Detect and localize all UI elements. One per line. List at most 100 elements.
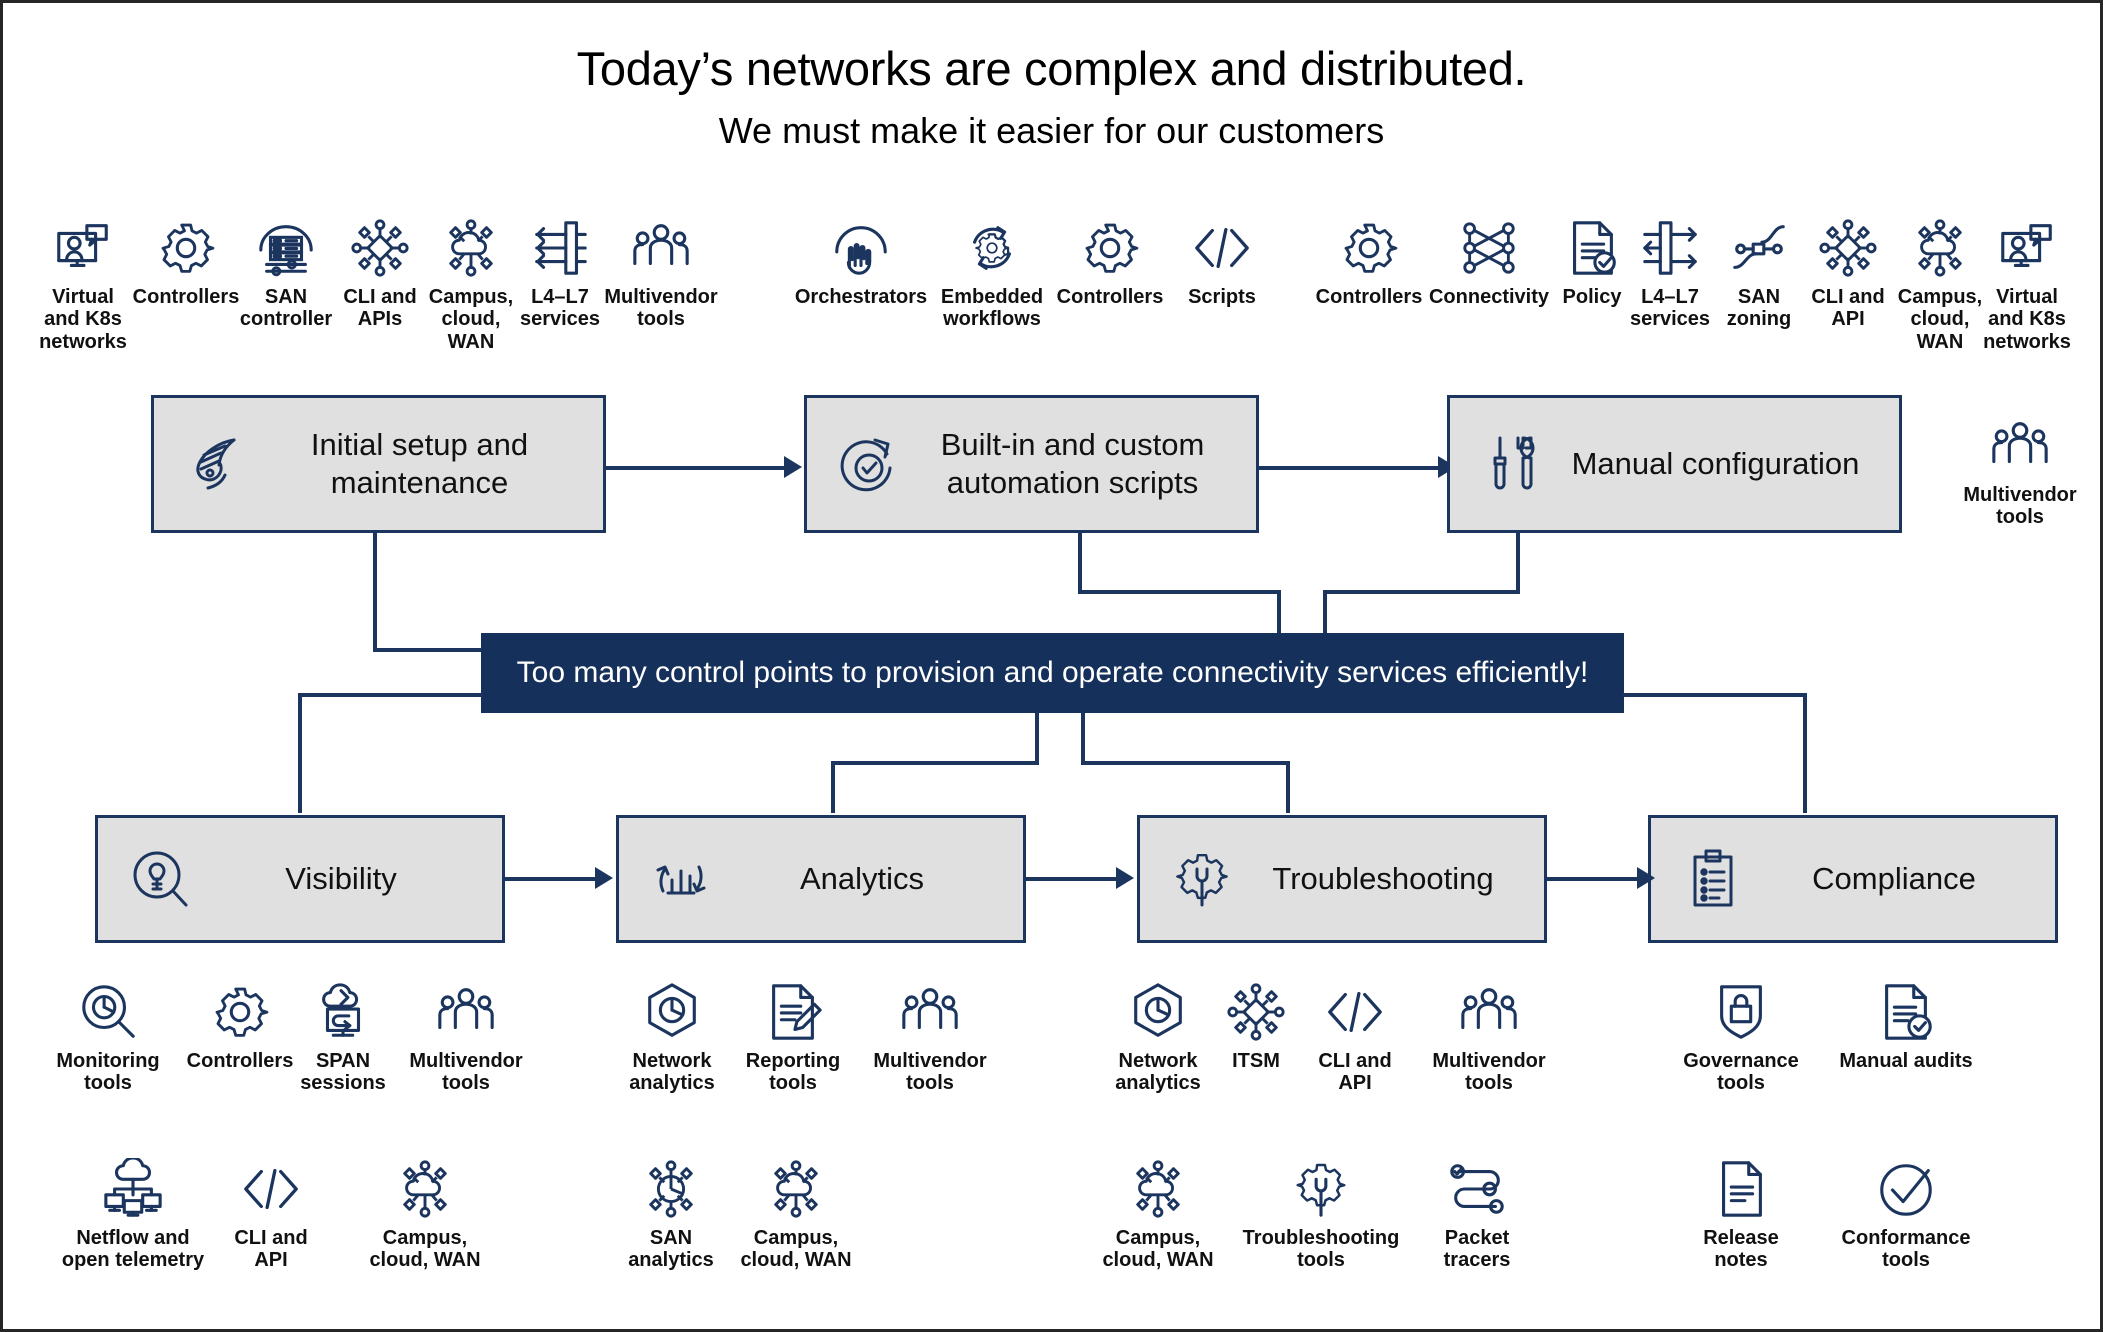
document-check-icon bbox=[1875, 981, 1937, 1043]
mesh-connectivity-icon bbox=[1458, 217, 1520, 279]
page-subtitle: We must make it easier for our customers bbox=[718, 110, 1385, 151]
connector-troubleshooting-branch bbox=[1081, 761, 1289, 765]
connector-manual-left bbox=[1323, 590, 1520, 594]
arrow-setup-to-automation bbox=[784, 456, 802, 478]
l4-l7-services-icon bbox=[1639, 217, 1701, 279]
cmp-icon-conformance-tools: Conformance tools bbox=[1830, 1158, 1982, 1272]
process-box-initial-setup[interactable]: Initial setup and maintenance bbox=[151, 395, 606, 533]
icon-label: SPAN sessions bbox=[300, 1050, 386, 1095]
icon-label: Network analytics bbox=[629, 1050, 715, 1095]
connector-automation-to-manual bbox=[1258, 466, 1438, 470]
cloud-nodes-icon bbox=[440, 217, 502, 279]
alert-banner-text: Too many control points to provision and… bbox=[516, 656, 1589, 689]
icon-label: Embedded workflows bbox=[940, 286, 1044, 331]
icon-label: Monitoring tools bbox=[56, 1050, 160, 1095]
cloud-nodes-icon bbox=[1909, 217, 1971, 279]
vis-icon-span-sessions: SPAN sessions bbox=[289, 981, 397, 1095]
icon-label: Packet tracers bbox=[1443, 1227, 1511, 1272]
gear-icon bbox=[155, 217, 217, 279]
gear-refresh-icon bbox=[961, 217, 1023, 279]
icon-label: CLI and API bbox=[1318, 1050, 1392, 1095]
top-icon-controllers-1: Controllers bbox=[122, 217, 250, 308]
icon-label: Network analytics bbox=[1115, 1050, 1201, 1095]
arrow-visibility-to-analytics bbox=[595, 867, 613, 889]
connector-setup-right bbox=[373, 648, 483, 652]
gear-wrench-icon bbox=[1290, 1158, 1352, 1220]
san-zoning-icon bbox=[1728, 217, 1790, 279]
connector-manual-down bbox=[1516, 530, 1520, 593]
top-icon-controllers-2: Controllers bbox=[1046, 217, 1174, 308]
vis-icon-monitoring-tools: Monitoring tools bbox=[44, 981, 172, 1095]
code-brackets-icon bbox=[1191, 217, 1253, 279]
lightbulb-magnifier-icon bbox=[128, 847, 192, 911]
icon-label: Virtual and K8s networks bbox=[1983, 286, 2071, 353]
vis-icon-netflow-telemetry: Netflow and open telemetry bbox=[44, 1158, 222, 1272]
top-icon-virtual-k8s-2: Virtual and K8s networks bbox=[1973, 217, 2081, 353]
ops-box-visibility[interactable]: Visibility bbox=[95, 815, 505, 943]
document-lines-icon bbox=[1710, 1158, 1772, 1220]
connector-setup-down bbox=[373, 530, 377, 652]
connector-analytics-branch bbox=[831, 761, 1039, 765]
gear-icon bbox=[1338, 217, 1400, 279]
san-analytics-icon bbox=[640, 1158, 702, 1220]
icon-label: Multivendor tools bbox=[1963, 484, 2077, 529]
connector-troubleshooting-to-compliance bbox=[1547, 877, 1637, 881]
connector-banner-left bbox=[298, 693, 483, 697]
gear-icon bbox=[1079, 217, 1141, 279]
icon-label: Multivendor tools bbox=[873, 1050, 987, 1095]
process-box-label: Manual configuration bbox=[1571, 446, 1860, 482]
wing-feather-icon bbox=[184, 432, 248, 496]
icon-label: Scripts bbox=[1188, 286, 1256, 308]
gear-wrench-icon bbox=[1170, 847, 1234, 911]
icon-label: Multivendor tools bbox=[1432, 1050, 1546, 1095]
cloud-telemetry-icon bbox=[102, 1158, 164, 1220]
policy-document-check-icon bbox=[1561, 217, 1623, 279]
top-icon-san-controller: SAN controller bbox=[232, 217, 340, 331]
vis-icon-campus-cloud-wan: Campus, cloud, WAN bbox=[349, 1158, 501, 1272]
top-icon-connectivity: Connectivity bbox=[1413, 217, 1565, 308]
icon-label: Campus, cloud, WAN bbox=[428, 286, 514, 353]
process-box-label: Initial setup and maintenance bbox=[310, 427, 529, 500]
cmp-icon-governance-tools: Governance tools bbox=[1665, 981, 1817, 1095]
virtual-desktop-user-icon bbox=[1996, 217, 2058, 279]
circle-check-icon bbox=[1875, 1158, 1937, 1220]
report-pencil-icon bbox=[762, 981, 824, 1043]
icon-label: ITSM bbox=[1232, 1050, 1280, 1072]
connector-automation-right bbox=[1078, 590, 1281, 594]
people-group-icon bbox=[899, 981, 961, 1043]
ops-box-label: Compliance bbox=[1812, 861, 1976, 897]
code-brackets-icon bbox=[240, 1158, 302, 1220]
icon-label: CLI and API bbox=[234, 1227, 308, 1272]
screwdriver-wrench-icon bbox=[1480, 432, 1544, 496]
icon-label: Controllers bbox=[1315, 286, 1423, 308]
ana-icon-reporting-tools: Reporting tools bbox=[729, 981, 857, 1095]
virtual-desktop-user-icon bbox=[52, 217, 114, 279]
arrow-analytics-to-troubleshooting bbox=[1116, 867, 1134, 889]
connector-banner-right bbox=[1622, 693, 1807, 697]
process-box-automation-scripts[interactable]: Built-in and custom automation scripts bbox=[804, 395, 1259, 533]
ops-box-analytics[interactable]: Analytics bbox=[616, 815, 1026, 943]
icon-label: Campus, cloud, WAN bbox=[1102, 1227, 1214, 1272]
icon-label: Multivendor tools bbox=[409, 1050, 523, 1095]
ana-icon-multivendor-tools: Multivendor tools bbox=[854, 981, 1006, 1095]
top-icon-multivendor-1: Multivendor tools bbox=[585, 217, 737, 331]
connector-to-troubleshooting bbox=[1286, 761, 1290, 813]
process-box-manual-configuration[interactable]: Manual configuration bbox=[1447, 395, 1902, 533]
icon-label: Policy bbox=[1562, 286, 1622, 308]
network-diamond-nodes-icon bbox=[1817, 217, 1879, 279]
clipboard-checklist-icon bbox=[1681, 847, 1745, 911]
connector-to-compliance bbox=[1803, 693, 1807, 813]
icon-label: Controllers bbox=[132, 286, 240, 308]
icon-label: Campus, cloud, WAN bbox=[1897, 286, 1983, 353]
cmp-icon-release-notes: Release notes bbox=[1677, 1158, 1805, 1272]
ops-box-compliance[interactable]: Compliance bbox=[1648, 815, 2058, 943]
ops-box-troubleshooting[interactable]: Troubleshooting bbox=[1137, 815, 1547, 943]
icon-label: Manual audits bbox=[1839, 1050, 1973, 1072]
san-controller-icon bbox=[255, 217, 317, 279]
hex-pie-icon bbox=[641, 981, 703, 1043]
vis-icon-controllers: Controllers bbox=[176, 981, 304, 1072]
icon-label: Orchestrators bbox=[794, 286, 928, 308]
icon-label: Virtual and K8s networks bbox=[39, 286, 127, 353]
people-group-icon bbox=[1458, 981, 1520, 1043]
standalone-icon-multivendor: Multivendor tools bbox=[1944, 415, 2096, 529]
